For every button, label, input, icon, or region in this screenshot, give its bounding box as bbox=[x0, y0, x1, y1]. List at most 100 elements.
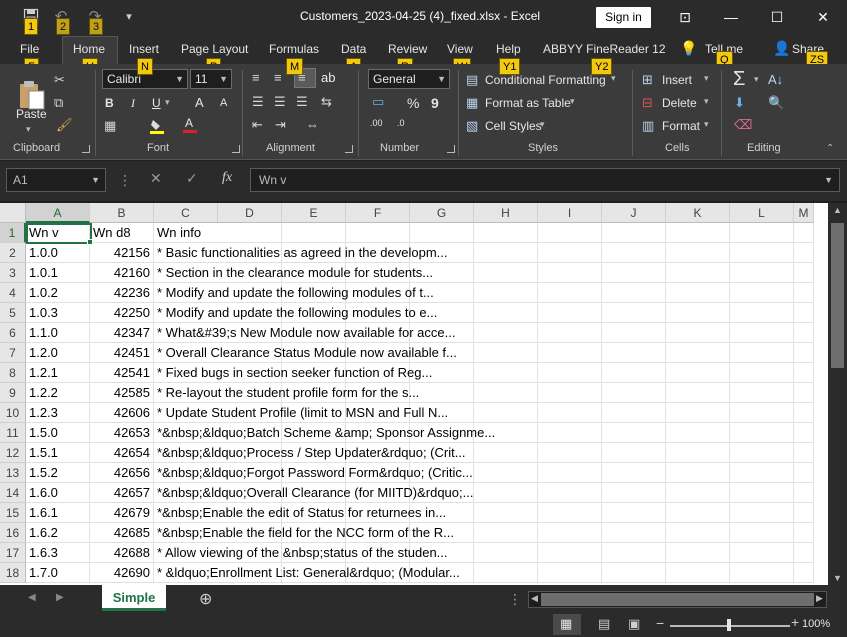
cell-date[interactable]: 42606 bbox=[90, 403, 154, 423]
fill-color-icon[interactable] bbox=[150, 118, 164, 134]
cell-date[interactable]: 42688 bbox=[90, 543, 154, 563]
format-dropdown-icon[interactable]: ▾ bbox=[704, 119, 709, 130]
cell-date[interactable]: 42160 bbox=[90, 263, 154, 283]
maximize-button[interactable]: ☐ bbox=[754, 0, 800, 34]
copy-icon[interactable]: ⧉ bbox=[54, 95, 63, 111]
cell-version[interactable]: 1.0.0 bbox=[26, 243, 90, 263]
column-header-i[interactable]: I bbox=[538, 203, 602, 223]
cell-styles-dropdown-icon[interactable]: ▾ bbox=[540, 119, 545, 130]
table-cell[interactable] bbox=[474, 543, 538, 563]
table-cell[interactable] bbox=[794, 403, 814, 423]
table-cell[interactable] bbox=[538, 363, 602, 383]
tab-insert[interactable]: Insert bbox=[129, 42, 159, 56]
decrease-decimal-button[interactable]: .0 bbox=[397, 118, 405, 128]
table-cell[interactable] bbox=[474, 523, 538, 543]
tab-help[interactable]: Help bbox=[496, 42, 521, 56]
table-cell[interactable] bbox=[666, 523, 730, 543]
table-cell[interactable] bbox=[602, 423, 666, 443]
merge-center-icon[interactable]: ⇔ bbox=[306, 117, 319, 133]
table-cell[interactable] bbox=[666, 403, 730, 423]
table-cell[interactable] bbox=[730, 363, 794, 383]
table-cell[interactable] bbox=[474, 503, 538, 523]
table-cell[interactable] bbox=[538, 423, 602, 443]
tab-file[interactable]: File bbox=[20, 42, 39, 56]
table-cell[interactable] bbox=[794, 223, 814, 243]
row-header[interactable]: 2 bbox=[0, 243, 26, 263]
paste-dropdown-icon[interactable]: ▾ bbox=[26, 124, 31, 135]
format-cells-button[interactable]: Format bbox=[662, 119, 700, 133]
table-cell[interactable] bbox=[666, 363, 730, 383]
table-cell[interactable] bbox=[602, 283, 666, 303]
clear-icon[interactable]: ⌫ bbox=[734, 117, 752, 133]
cell-version[interactable]: 1.0.2 bbox=[26, 283, 90, 303]
table-cell[interactable] bbox=[410, 223, 474, 243]
grow-font-button[interactable]: A bbox=[195, 95, 204, 110]
worksheet-grid[interactable]: A B C D E F G H I J K L M 1 Wn v Wn d8 Wn info 2 1.0.0 4215… bbox=[0, 203, 828, 585]
paste-icon[interactable] bbox=[18, 80, 46, 110]
underline-dropdown-icon[interactable]: ▾ bbox=[165, 97, 170, 108]
cell-date[interactable]: 42236 bbox=[90, 283, 154, 303]
table-cell[interactable] bbox=[794, 243, 814, 263]
table-cell[interactable] bbox=[730, 223, 794, 243]
table-cell[interactable] bbox=[538, 543, 602, 563]
table-cell[interactable] bbox=[602, 303, 666, 323]
table-cell[interactable] bbox=[730, 463, 794, 483]
cell-info[interactable]: *&nbsp;Enable the edit of Status for ret… bbox=[154, 503, 446, 523]
cell-date[interactable]: 42654 bbox=[90, 443, 154, 463]
table-cell[interactable] bbox=[538, 503, 602, 523]
table-cell[interactable] bbox=[794, 483, 814, 503]
close-button[interactable]: ✕ bbox=[800, 0, 846, 34]
column-header-j[interactable]: J bbox=[602, 203, 666, 223]
table-cell[interactable] bbox=[602, 343, 666, 363]
fill-icon[interactable]: ⬇ bbox=[734, 95, 745, 111]
table-cell[interactable] bbox=[474, 303, 538, 323]
zoom-in-button[interactable]: + bbox=[791, 614, 799, 630]
table-cell[interactable] bbox=[538, 303, 602, 323]
table-cell[interactable] bbox=[602, 383, 666, 403]
table-cell[interactable] bbox=[538, 463, 602, 483]
alignment-launcher-icon[interactable] bbox=[345, 145, 353, 153]
cell-info[interactable]: *&nbsp;&ldquo;Process / Step Updater&rdq… bbox=[154, 443, 466, 463]
table-cell[interactable] bbox=[538, 563, 602, 583]
paste-label[interactable]: Paste bbox=[16, 107, 47, 121]
page-layout-view-icon[interactable]: ▤ bbox=[598, 616, 610, 632]
clipboard-launcher-icon[interactable] bbox=[82, 145, 90, 153]
cell-version[interactable]: 1.5.0 bbox=[26, 423, 90, 443]
cell-date[interactable]: 42250 bbox=[90, 303, 154, 323]
tab-data[interactable]: Data bbox=[341, 42, 366, 56]
number-format-combo[interactable]: General ▼ bbox=[368, 69, 450, 89]
table-cell[interactable] bbox=[538, 323, 602, 343]
row-header[interactable]: 11 bbox=[0, 423, 26, 443]
cell-info[interactable]: * Modify and update the following module… bbox=[154, 283, 434, 303]
column-header-a[interactable]: A bbox=[26, 203, 90, 223]
table-cell[interactable] bbox=[666, 423, 730, 443]
cell-info[interactable]: * Basic functionalities as agreed in the… bbox=[154, 243, 448, 263]
table-cell[interactable] bbox=[602, 463, 666, 483]
cell-date[interactable]: 42656 bbox=[90, 463, 154, 483]
cell-date[interactable]: 42585 bbox=[90, 383, 154, 403]
prev-sheet-icon[interactable]: ◀ bbox=[28, 592, 36, 603]
table-cell[interactable] bbox=[730, 543, 794, 563]
autosum-dropdown-icon[interactable]: ▾ bbox=[754, 74, 759, 85]
table-cell[interactable] bbox=[666, 343, 730, 363]
table-cell[interactable] bbox=[538, 483, 602, 503]
ribbon-display-icon[interactable]: ⊡ bbox=[662, 0, 708, 34]
format-table-dropdown-icon[interactable]: ▾ bbox=[570, 96, 575, 107]
cell-version[interactable]: 1.2.2 bbox=[26, 383, 90, 403]
cell-info[interactable]: * What&#39;s New Module now available fo… bbox=[154, 323, 455, 343]
row-header[interactable]: 16 bbox=[0, 523, 26, 543]
cell-version[interactable]: 1.6.0 bbox=[26, 483, 90, 503]
cell-info[interactable]: *&nbsp;Enable the field for the NCC form… bbox=[154, 523, 454, 543]
row-header[interactable]: 9 bbox=[0, 383, 26, 403]
scroll-right-icon[interactable]: ▶ bbox=[816, 593, 823, 604]
column-header-g[interactable]: G bbox=[410, 203, 474, 223]
cell-date[interactable]: 42657 bbox=[90, 483, 154, 503]
enter-formula-icon[interactable]: ✓ bbox=[186, 170, 198, 187]
table-cell[interactable] bbox=[730, 263, 794, 283]
cell-info[interactable]: * Modify and update the following module… bbox=[154, 303, 437, 323]
table-cell[interactable] bbox=[474, 483, 538, 503]
table-cell[interactable] bbox=[602, 483, 666, 503]
cell-date[interactable]: 42690 bbox=[90, 563, 154, 583]
insert-dropdown-icon[interactable]: ▾ bbox=[704, 73, 709, 84]
column-header-b[interactable]: B bbox=[90, 203, 154, 223]
